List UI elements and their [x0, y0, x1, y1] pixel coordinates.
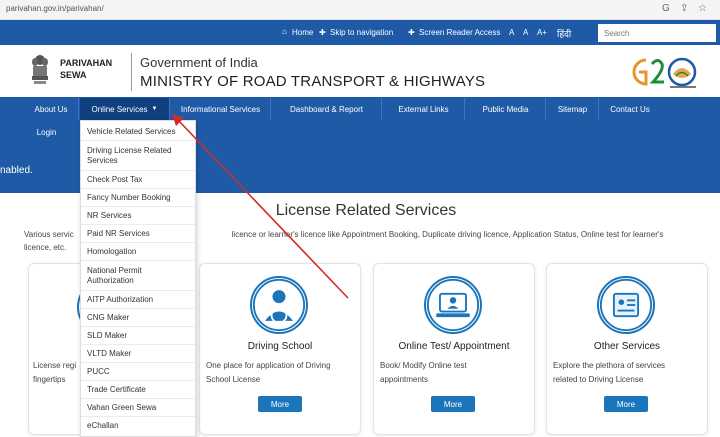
brand-line1: PARIVAHAN	[60, 58, 113, 68]
header-divider	[131, 53, 132, 91]
star-icon[interactable]: ☆	[698, 3, 707, 14]
card-title-driving-school: Driving School	[247, 341, 313, 352]
card-text-drivers-2: fingertips	[33, 375, 66, 384]
dropdown-item-cng-maker[interactable]: CNG Maker	[81, 309, 195, 327]
screen-reader-link[interactable]: Screen Reader Access	[419, 28, 500, 37]
screen-reader-icon: ✚	[408, 28, 415, 37]
dropdown-item-check-post-tax[interactable]: Check Post Tax	[81, 171, 195, 189]
search-input[interactable]	[598, 24, 716, 42]
government-of-india-text: Government of India	[140, 55, 258, 70]
dropdown-item-echallan[interactable]: eChallan	[81, 417, 195, 435]
font-normal-button[interactable]: A	[523, 28, 528, 37]
dropdown-item-pucc[interactable]: PUCC	[81, 363, 195, 381]
card-text-other-services-2: related to Driving License	[553, 375, 644, 384]
skip-arrow-icon: ✚	[319, 28, 326, 37]
nav-public-media-label: Public Media	[482, 104, 529, 114]
ministry-title: MINISTRY OF ROAD TRANSPORT & HIGHWAYS	[140, 73, 486, 90]
nav-public-media[interactable]: Public Media	[466, 98, 546, 120]
driving-school-more-button[interactable]: More	[258, 396, 302, 412]
g20-logo-icon	[632, 57, 697, 88]
dropdown-item-nr-services[interactable]: NR Services	[81, 207, 195, 225]
browser-url-bar[interactable]: parivahan.gov.in/parivahan/ G ⇪ ☆	[0, 0, 720, 20]
hindi-language-link[interactable]: हिंदी	[557, 27, 571, 40]
card-text-other-services-1: Explore the plethora of services	[553, 361, 666, 370]
nav-dashboard-report-label: Dashboard & Report	[290, 104, 363, 114]
nav-online-services[interactable]: Online Services ▼	[80, 98, 170, 120]
online-test-icon	[424, 276, 482, 334]
dropdown-item-trade-certificate[interactable]: Trade Certificate	[81, 381, 195, 399]
description-middle: licence or learner's licence like Appoin…	[231, 230, 664, 239]
parivahan-sewa-logo[interactable]: PARIVAHAN SEWA	[60, 57, 130, 81]
service-card-other-services[interactable]: Other Services Explore the plethora of s…	[546, 263, 708, 435]
nav-external-links-label: External Links	[398, 104, 449, 114]
banner-text: nabled.	[0, 165, 33, 176]
browser-url[interactable]: parivahan.gov.in/parivahan/	[6, 4, 104, 13]
dropdown-item-vehicle-services[interactable]: Vehicle Related Services	[81, 123, 195, 141]
nav-contact-us-label: Contact Us	[610, 104, 650, 114]
dropdown-item-national-permit[interactable]: National Permit Authorization	[81, 261, 195, 291]
dropdown-item-vltd-maker[interactable]: VLTD Maker	[81, 345, 195, 363]
card-text-driving-school-2: School License	[206, 375, 261, 384]
dropdown-item-homologation[interactable]: Homologation	[81, 243, 195, 261]
nav-sitemap-label: Sitemap	[557, 104, 588, 114]
online-test-more-button[interactable]: More	[431, 396, 475, 412]
nav-online-services-label: Online Services	[91, 104, 148, 114]
nav-informational-services[interactable]: Informational Services	[171, 98, 271, 120]
card-title-online-test: Online Test/ Appointment	[398, 341, 510, 352]
nav-external-links[interactable]: External Links	[383, 98, 465, 120]
service-card-online-test[interactable]: Online Test/ Appointment Book/ Modify On…	[373, 263, 535, 435]
dropdown-item-vahan-green-sewa[interactable]: Vahan Green Sewa	[81, 399, 195, 417]
dropdown-item-sld-maker[interactable]: SLD Maker	[81, 327, 195, 345]
card-text-driving-school-1: One place for application of Driving	[206, 361, 331, 370]
card-text-drivers-1: License regi	[33, 361, 77, 370]
dropdown-item-paid-nr-services[interactable]: Paid NR Services	[81, 225, 195, 243]
nav-sitemap[interactable]: Sitemap	[547, 98, 599, 120]
font-increase-button[interactable]: A+	[537, 28, 547, 37]
description-start: Various servic	[24, 230, 74, 239]
caret-down-icon: ▼	[151, 106, 158, 112]
nav-login[interactable]: Login	[24, 121, 69, 143]
dropdown-item-fancy-number-booking[interactable]: Fancy Number Booking	[81, 189, 195, 207]
nav-about-us[interactable]: About Us	[24, 98, 79, 120]
home-icon[interactable]: ⌂	[282, 27, 287, 36]
online-services-dropdown: Vehicle Related Services Driving License…	[80, 120, 196, 437]
steering-wheel-icon	[250, 276, 308, 334]
card-text-online-test-2: appointments	[380, 375, 429, 384]
nav-informational-services-label: Informational Services	[180, 104, 261, 114]
card-title-other-services: Other Services	[593, 341, 661, 352]
dropdown-item-driving-license-services[interactable]: Driving License Related Services	[81, 141, 195, 171]
other-services-more-button[interactable]: More	[604, 396, 648, 412]
nav-about-us-label: About Us	[34, 104, 68, 114]
home-link[interactable]: Home	[292, 28, 313, 37]
dropdown-item-aitp-authorization[interactable]: AITP Authorization	[81, 291, 195, 309]
license-card-icon	[597, 276, 655, 334]
nav-login-label: Login	[36, 127, 57, 137]
nav-contact-us[interactable]: Contact Us	[600, 98, 660, 120]
national-emblem-icon	[32, 55, 48, 84]
share-icon[interactable]: ⇪	[680, 3, 688, 14]
skip-to-navigation-link[interactable]: Skip to navigation	[330, 28, 393, 37]
nav-dashboard-report[interactable]: Dashboard & Report	[272, 98, 382, 120]
google-icon[interactable]: G	[662, 3, 670, 14]
brand-line2: SEWA	[60, 70, 87, 80]
service-card-driving-school[interactable]: Driving School One place for application…	[199, 263, 361, 435]
font-decrease-button[interactable]: A	[509, 28, 514, 37]
card-text-online-test-1: Book/ Modify Online test	[380, 361, 467, 370]
